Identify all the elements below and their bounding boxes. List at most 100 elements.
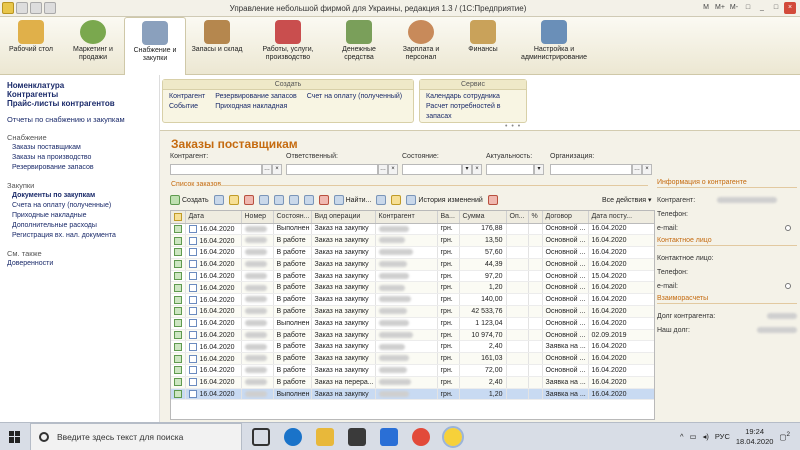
mail-icon[interactable] xyxy=(380,427,398,446)
col-header-sum[interactable]: Сумма xyxy=(459,211,507,224)
panel-collapse-handle[interactable]: • • • xyxy=(505,123,521,130)
find-button[interactable]: Найти... xyxy=(333,195,371,205)
section-settings[interactable]: Настройка и администрирование xyxy=(514,17,594,75)
table-row[interactable]: 16.04.2020 В работе Заказ на закупку грн. 2,… xyxy=(171,340,654,354)
nav-price-lists[interactable]: Прайс-листы контрагентов xyxy=(7,99,159,108)
forward-icon[interactable] xyxy=(30,2,42,14)
report-icon[interactable] xyxy=(303,195,314,205)
employee-calendar-link[interactable]: Календарь сотрудника xyxy=(426,92,520,102)
filter-organization-clear-button[interactable]: × xyxy=(642,164,652,175)
col-header-icon[interactable] xyxy=(171,211,186,224)
filter-state-dropdown-button[interactable]: ▾ xyxy=(462,164,472,175)
table-row[interactable]: 16.04.2020 В работе Заказ на закупку грн. 13… xyxy=(171,234,654,248)
section-marketing[interactable]: Маркетинг и продажи xyxy=(62,17,124,75)
edit-icon[interactable] xyxy=(228,195,239,205)
nav-counterparties[interactable]: Контрагенты xyxy=(7,90,159,99)
section-money[interactable]: Денежные средства xyxy=(328,17,390,75)
table-row[interactable]: 16.04.2020 В работе Заказ на закупку грн. 72… xyxy=(171,364,654,377)
table-row[interactable]: 16.04.2020 В работе Заказ на перера... грн.… xyxy=(171,376,654,389)
stock-needs-link[interactable]: Расчет потребностей в запасах xyxy=(426,102,520,122)
memory-plus-button[interactable]: M+ xyxy=(714,2,726,14)
col-header-contract[interactable]: Договор xyxy=(542,211,589,224)
section-production[interactable]: Работы, услуги, производство xyxy=(248,17,328,75)
create-event-link[interactable]: Событие xyxy=(169,102,205,112)
nav-invoices-received[interactable]: Счета на оплату (полученные) xyxy=(7,201,159,211)
memory-m-button[interactable]: M xyxy=(700,2,712,14)
filter-organization-input[interactable] xyxy=(550,164,632,175)
start-button[interactable] xyxy=(0,423,30,450)
copy-icon[interactable] xyxy=(213,195,224,205)
task-view-icon[interactable] xyxy=(252,427,270,446)
store-icon[interactable] xyxy=(348,427,366,446)
section-purchases[interactable]: Снабжение и закупки xyxy=(124,17,186,75)
filter-state-clear-button[interactable]: × xyxy=(472,164,482,175)
table-row[interactable]: 16.04.2020 В работе Заказ на закупку грн. 14… xyxy=(171,293,654,307)
table-row[interactable]: 16.04.2020 Выполнен Заказ на закупку грн. 17… xyxy=(171,223,654,236)
maximize-button[interactable]: □ xyxy=(770,2,782,14)
create-counterparty-link[interactable]: Контрагент xyxy=(169,92,205,102)
table-row[interactable]: 16.04.2020 Выполнен Заказ на закупку грн. 1,… xyxy=(171,388,654,401)
refresh-icon[interactable] xyxy=(258,195,269,205)
taskbar-search[interactable]: Введите здесь текст для поиска xyxy=(30,422,242,450)
search-icon[interactable] xyxy=(376,195,387,205)
filter-responsible-select-button[interactable]: … xyxy=(378,164,388,175)
memory-minus-button[interactable]: M- xyxy=(728,2,740,14)
table-row[interactable]: 16.04.2020 В работе Заказ на закупку грн. 42… xyxy=(171,305,654,318)
language-indicator[interactable]: РУС xyxy=(715,432,730,441)
col-header-paid[interactable]: Оп... xyxy=(506,211,529,224)
notifications-icon[interactable]: ▢2 xyxy=(779,431,790,442)
col-header-currency[interactable]: Ва... xyxy=(437,211,460,224)
col-header-operation[interactable]: Вид операции xyxy=(311,211,376,224)
filter-organization-select-button[interactable]: … xyxy=(632,164,642,175)
volume-icon[interactable]: ◂) xyxy=(703,432,709,441)
post-document-icon[interactable] xyxy=(273,195,284,205)
close-button[interactable]: × xyxy=(784,2,796,14)
nav-receipts[interactable]: Приходные накладные xyxy=(7,211,159,221)
app-1c-icon[interactable] xyxy=(2,2,14,14)
help-icon[interactable] xyxy=(391,195,402,205)
export-icon[interactable] xyxy=(487,195,498,205)
table-row[interactable]: 16.04.2020 Выполнен Заказ на закупку грн. 1 … xyxy=(171,317,654,330)
filter-state-input[interactable] xyxy=(402,164,462,175)
filter-counterparty-select-button[interactable]: … xyxy=(262,164,272,175)
section-salary[interactable]: Зарплата и персонал xyxy=(390,17,452,75)
col-header-date[interactable]: Дата xyxy=(185,211,242,224)
table-row[interactable]: 16.04.2020 В работе Заказ на закупку грн. 16… xyxy=(171,352,654,366)
minimize-button[interactable]: _ xyxy=(756,2,768,14)
create-invoice-link[interactable]: Счет на оплату (полученный) xyxy=(307,92,402,102)
nav-additional-costs[interactable]: Дополнительные расходы xyxy=(7,221,159,231)
network-icon[interactable]: ▭ xyxy=(689,432,696,441)
chrome-icon[interactable] xyxy=(412,427,430,446)
table-row[interactable]: 16.04.2020 В работе Заказ на закупку грн. 57… xyxy=(171,246,654,259)
table-row[interactable]: 16.04.2020 В работе Заказ на закупку грн. 1,… xyxy=(171,281,654,295)
calendar-button[interactable]: □ xyxy=(742,2,754,14)
email2-action-icon[interactable] xyxy=(785,283,791,289)
orders-table[interactable]: Дата Номер Состоян... Вид операции Контр… xyxy=(170,210,655,420)
col-header-percent[interactable]: % xyxy=(528,211,543,224)
filter-relevance-dropdown-button[interactable]: ▾ xyxy=(534,164,544,175)
filter-responsible-clear-button[interactable]: × xyxy=(388,164,398,175)
filter-counterparty-clear-button[interactable]: × xyxy=(272,164,282,175)
nav-supplier-orders[interactable]: Заказы поставщикам xyxy=(7,143,159,153)
clock[interactable]: 19:24 18.04.2020 xyxy=(736,427,774,447)
nav-reserve[interactable]: Резервирование запасов xyxy=(7,163,159,173)
clear-filter-icon[interactable] xyxy=(318,195,329,205)
file-explorer-icon[interactable] xyxy=(316,427,334,446)
col-header-number[interactable]: Номер xyxy=(241,211,274,224)
create-button[interactable]: Создать xyxy=(170,195,209,205)
back-icon[interactable] xyxy=(16,2,28,14)
email-action-icon[interactable] xyxy=(785,225,791,231)
nav-nomenclature[interactable]: Номенклатура xyxy=(7,81,159,90)
nav-purchase-documents[interactable]: Документы по закупкам xyxy=(7,191,159,201)
nav-tax-registration[interactable]: Регистрация вх. нал. документа xyxy=(7,231,159,241)
history-button[interactable]: История изменений xyxy=(406,195,483,205)
col-header-counterparty[interactable]: Контрагент xyxy=(375,211,438,224)
edge-icon[interactable] xyxy=(284,427,302,446)
col-header-due-date[interactable]: Дата посту... xyxy=(588,211,654,224)
nav-reports[interactable]: Отчеты по снабжению и закупкам xyxy=(7,115,159,125)
all-actions-menu[interactable]: Все действия ▾ xyxy=(602,196,652,204)
table-row[interactable]: 16.04.2020 В работе Заказ на закупку грн. 44… xyxy=(171,258,654,271)
filter-counterparty-input[interactable] xyxy=(170,164,262,175)
table-row[interactable]: 16.04.2020 В работе Заказ на закупку грн. 97… xyxy=(171,270,654,283)
section-stock[interactable]: Запасы и склад xyxy=(186,17,248,75)
